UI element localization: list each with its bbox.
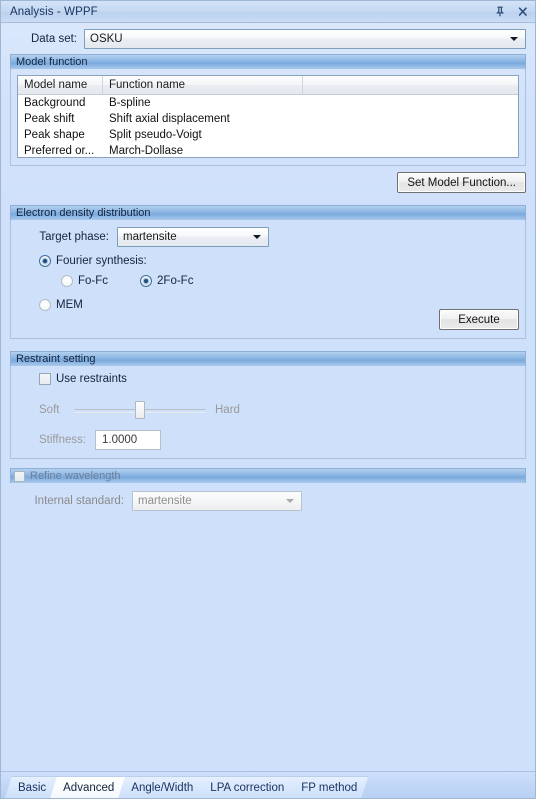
- stiffness-row: Stiffness: 1.0000: [39, 430, 519, 450]
- title-bar: Analysis - WPPF: [1, 1, 535, 23]
- refine-wavelength-body: Internal standard: martensite: [10, 483, 526, 519]
- execute-button[interactable]: Execute: [439, 309, 519, 330]
- chevron-down-icon[interactable]: [284, 492, 296, 510]
- tab-bar: Basic Advanced Angle/Width LPA correctio…: [1, 771, 535, 798]
- chevron-down-icon[interactable]: [508, 30, 520, 48]
- radio-dot-icon: [39, 299, 51, 311]
- column-header-extra[interactable]: [303, 76, 518, 95]
- radio-2fo-fc[interactable]: 2Fo-Fc: [140, 275, 193, 287]
- stiffness-input[interactable]: 1.0000: [95, 430, 161, 450]
- refine-wavelength-title: Refine wavelength: [30, 470, 121, 482]
- internal-standard-label: Internal standard:: [34, 494, 124, 507]
- restraint-setting-group: Restraint setting Use restraints Soft Ha…: [10, 351, 526, 459]
- refine-wavelength-header[interactable]: Refine wavelength: [10, 468, 526, 483]
- empty-area: [1, 519, 535, 771]
- table-header-row: Model name Function name: [18, 76, 518, 95]
- internal-standard-combobox[interactable]: martensite: [132, 490, 302, 511]
- radio-fourier-synthesis-label: Fourier synthesis:: [56, 255, 147, 267]
- cell-model-name: Preferred or...: [24, 145, 95, 157]
- radio-dot-icon: [39, 255, 51, 267]
- cell-model-name: Peak shape: [24, 129, 85, 141]
- cell-model-name: Peak shift: [24, 113, 75, 125]
- refine-wavelength-group: Refine wavelength Internal standard: mar…: [10, 468, 526, 519]
- dataset-label: Data set:: [30, 32, 77, 45]
- internal-standard-row: Internal standard: martensite: [16, 490, 520, 511]
- tab-advanced[interactable]: Advanced: [50, 776, 125, 798]
- set-model-function-button[interactable]: Set Model Function...: [397, 172, 526, 193]
- checkbox-box-icon: [39, 373, 51, 385]
- use-restraints-checkbox[interactable]: Use restraints: [39, 373, 127, 385]
- close-icon[interactable]: [516, 4, 530, 19]
- radio-dot-icon: [140, 275, 153, 287]
- model-function-group-title: Model function: [10, 54, 526, 69]
- tab-basic[interactable]: Basic: [5, 776, 57, 798]
- slider-hard-label: Hard: [215, 404, 240, 416]
- cell-extra: [303, 111, 518, 127]
- table-row[interactable]: Peak shift Shift axial displacement: [18, 111, 518, 127]
- restraint-setting-group-title: Restraint setting: [10, 351, 526, 366]
- cell-extra: [303, 95, 518, 111]
- tab-angle-width[interactable]: Angle/Width: [118, 776, 204, 798]
- stiffness-slider-row: Soft Hard: [39, 400, 519, 420]
- radio-fo-fc-label: Fo-Fc: [78, 275, 109, 287]
- radio-mem[interactable]: MEM: [39, 299, 83, 311]
- table-body: Background B-spline Peak shift Shift axi…: [18, 95, 518, 157]
- cell-function-name: March-Dollase: [109, 145, 184, 157]
- column-header-function-name[interactable]: Function name: [103, 76, 303, 95]
- use-restraints-label: Use restraints: [56, 373, 127, 385]
- use-restraints-row: Use restraints: [39, 373, 519, 388]
- wppf-analysis-pane: Analysis - WPPF Data set: OSKU Model fun…: [0, 0, 536, 799]
- cell-function-name: Split pseudo-Voigt: [109, 129, 202, 141]
- tab-fp-method[interactable]: FP method: [288, 776, 368, 798]
- slider-soft-label: Soft: [39, 404, 60, 416]
- model-function-group: Model function Model name Function name …: [10, 54, 526, 166]
- radio-dot-icon: [61, 275, 73, 287]
- model-function-table[interactable]: Model name Function name Background B-sp…: [17, 75, 519, 158]
- cell-extra: [303, 143, 518, 157]
- table-row[interactable]: Peak shape Split pseudo-Voigt: [18, 127, 518, 143]
- cell-function-name: B-spline: [109, 97, 151, 109]
- radio-fo-fc[interactable]: Fo-Fc: [61, 275, 108, 287]
- fourier-sub-options-row: Fo-Fc 2Fo-Fc: [61, 275, 519, 287]
- radio-fourier-synthesis[interactable]: Fourier synthesis:: [39, 255, 147, 267]
- target-phase-combobox[interactable]: martensite: [117, 226, 269, 247]
- page-title: Analysis - WPPF: [10, 5, 98, 18]
- set-model-function-row: Set Model Function...: [1, 166, 535, 193]
- restraint-setting-group-body: Use restraints Soft Hard Stiffness: 1.00…: [10, 366, 526, 459]
- dataset-row: Data set: OSKU: [1, 23, 535, 54]
- electron-density-group: Electron density distribution Target pha…: [10, 205, 526, 339]
- model-function-group-body: Model name Function name Background B-sp…: [10, 69, 526, 166]
- dataset-combobox[interactable]: OSKU: [84, 28, 526, 49]
- pin-icon[interactable]: [493, 4, 507, 19]
- stiffness-slider[interactable]: [75, 400, 205, 420]
- fourier-synthesis-row: Fourier synthesis:: [39, 252, 519, 270]
- cell-function-name: Shift axial displacement: [109, 113, 230, 125]
- title-bar-buttons: [493, 1, 530, 22]
- stiffness-label: Stiffness:: [39, 434, 87, 446]
- refine-wavelength-checkbox[interactable]: [14, 470, 25, 482]
- table-row[interactable]: Preferred or... March-Dollase: [18, 143, 518, 157]
- cell-extra: [303, 127, 518, 143]
- internal-standard-value: martensite: [138, 494, 192, 507]
- target-phase-label: Target phase:: [39, 230, 109, 243]
- electron-density-group-body: Target phase: martensite Fourier synthes…: [10, 220, 526, 339]
- tab-lpa-correction[interactable]: LPA correction: [197, 776, 295, 798]
- dataset-value: OSKU: [90, 32, 123, 45]
- slider-thumb[interactable]: [135, 401, 145, 419]
- target-phase-row: Target phase: martensite: [17, 226, 519, 247]
- cell-model-name: Background: [24, 97, 86, 109]
- column-header-model-name[interactable]: Model name: [18, 76, 103, 95]
- target-phase-value: martensite: [123, 230, 177, 243]
- chevron-down-icon[interactable]: [251, 228, 263, 246]
- radio-2fo-fc-label: 2Fo-Fc: [157, 275, 194, 287]
- radio-mem-label: MEM: [56, 299, 83, 311]
- table-row[interactable]: Background B-spline: [18, 95, 518, 111]
- electron-density-group-title: Electron density distribution: [10, 205, 526, 220]
